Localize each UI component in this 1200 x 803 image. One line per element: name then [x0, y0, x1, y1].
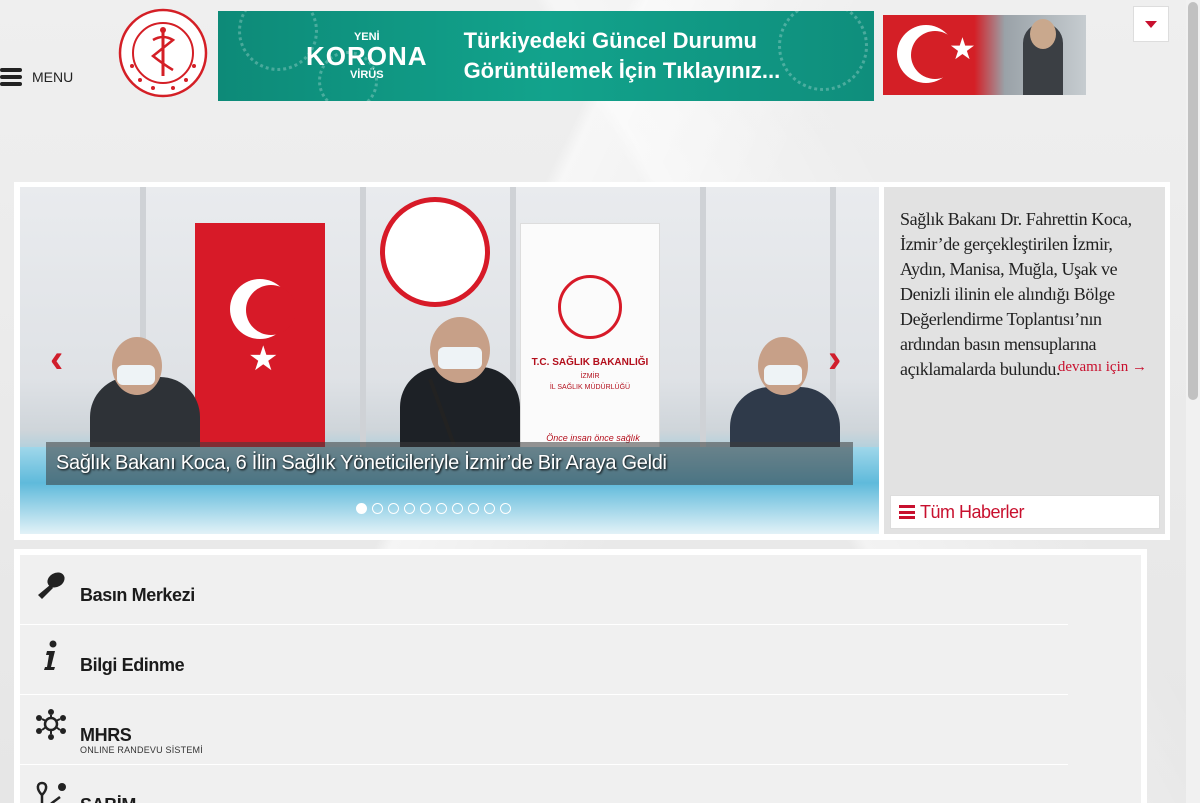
korona-banner[interactable]: YENİ KORONA VİRÜS Türkiyedeki Güncel Dur…	[218, 11, 874, 101]
slider-dot[interactable]	[468, 503, 479, 514]
route-icon	[36, 781, 66, 803]
virus-decor-icon	[778, 11, 868, 91]
ataturk-banner[interactable]: ★	[883, 15, 1086, 95]
headline-section: ★ T.C. SAĞLIK BAKANLIĞI İZMİR İL SAĞLIK …	[14, 182, 1170, 540]
info-icon	[44, 640, 57, 670]
microphone-icon	[38, 572, 65, 599]
quick-link-mhrs[interactable]: MHRS ONLINE RANDEVU SİSTEMİ	[20, 695, 1068, 765]
ministry-logo[interactable]	[118, 8, 208, 98]
page-scrollbar[interactable]	[1186, 0, 1200, 803]
quick-link-basin-merkezi[interactable]: Basın Merkezi	[20, 555, 1068, 625]
slider-dot[interactable]	[500, 503, 511, 514]
korona-badge: YENİ KORONA VİRÜS	[306, 31, 428, 81]
quick-links-section: Basın Merkezi Bilgi Edinme MHRS ONLINE R…	[14, 549, 1147, 803]
quick-link-bilgi-edinme[interactable]: Bilgi Edinme	[20, 625, 1068, 695]
slider-dot[interactable]	[452, 503, 463, 514]
dropdown-toggle[interactable]	[1133, 6, 1169, 42]
network-icon	[36, 709, 66, 740]
caret-down-icon	[1145, 20, 1157, 28]
slider-dot[interactable]	[484, 503, 495, 514]
quick-link-sabim[interactable]: SABİM	[20, 765, 1068, 803]
slider-dot[interactable]	[420, 503, 431, 514]
slider-prev-button[interactable]: ‹	[50, 339, 63, 379]
slider-dot[interactable]	[356, 503, 367, 514]
scrollbar-thumb[interactable]	[1188, 2, 1198, 400]
ministry-seal	[380, 197, 490, 307]
korona-line1: Türkiyedeki Güncel Durumu	[463, 28, 757, 53]
all-news-label: Tüm Haberler	[920, 501, 1025, 522]
slider-dots	[356, 503, 511, 514]
banner-sub2: İL SAĞLIK MÜDÜRLÜĞÜ	[549, 384, 631, 391]
slider-dot[interactable]	[372, 503, 383, 514]
hamburger-icon	[0, 68, 22, 86]
slider-dot[interactable]	[436, 503, 447, 514]
menu-label: MENU	[32, 69, 74, 85]
quick-link-label: Bilgi Edinme	[80, 655, 185, 675]
star-icon: ★	[949, 33, 976, 66]
page: MENU YENİ KORONA VİRÜS Türkiyedeki Günce…	[0, 0, 1200, 803]
quick-link-label: Basın Merkezi	[80, 585, 195, 605]
korona-line2: Görüntülemek İçin Tıklayınız...	[463, 58, 781, 83]
quick-link-label: MHRS	[80, 725, 132, 745]
list-icon	[899, 505, 915, 519]
banner-sub: İZMİR	[580, 373, 600, 380]
news-summary: Sağlık Bakanı Dr. Fahrettin Koca, İzmir’…	[900, 209, 1132, 379]
read-more-link[interactable]: devamı için →	[1058, 359, 1147, 376]
all-news-button[interactable]: Tüm Haberler	[890, 495, 1160, 529]
korona-text: Türkiyedeki Güncel Durumu Görüntülemek İ…	[464, 26, 781, 86]
news-slider[interactable]: ★ T.C. SAĞLIK BAKANLIĞI İZMİR İL SAĞLIK …	[20, 187, 879, 534]
banner-title: T.C. SAĞLIK BAKANLIĞI	[531, 357, 649, 368]
menu-button[interactable]: MENU	[0, 68, 73, 86]
slider-dot[interactable]	[404, 503, 415, 514]
slider-next-button[interactable]: ›	[828, 339, 841, 379]
slide-caption[interactable]: Sağlık Bakanı Koca, 6 İlin Sağlık Yöneti…	[46, 442, 853, 485]
quick-link-label: SABİM	[80, 795, 136, 803]
quick-links-list: Basın Merkezi Bilgi Edinme MHRS ONLINE R…	[20, 555, 1141, 803]
news-summary-panel: Sağlık Bakanı Dr. Fahrettin Koca, İzmir’…	[884, 187, 1165, 534]
quick-link-sub: ONLINE RANDEVU SİSTEMİ	[80, 745, 203, 755]
korona-badge-main: KORONA	[306, 41, 428, 71]
slider-dot[interactable]	[388, 503, 399, 514]
